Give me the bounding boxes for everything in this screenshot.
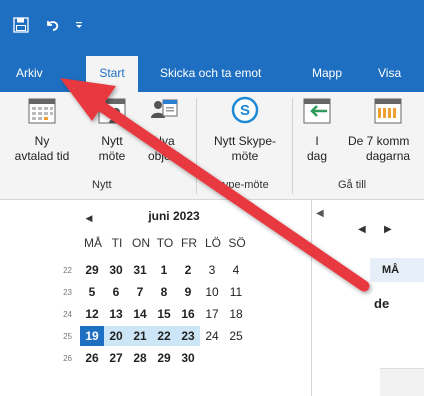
calendar-day[interactable]: 24 bbox=[200, 326, 224, 346]
today-button[interactable]: I dag bbox=[300, 96, 334, 164]
date-navigator-header: ◀ juni 2023 ▶ bbox=[74, 208, 282, 228]
skype-meeting-label-2: möte bbox=[231, 149, 259, 163]
weekday-header: LÖ bbox=[204, 236, 221, 250]
group-label-new: Nytt bbox=[92, 179, 112, 191]
calendar-body: ◀ juni 2023 ▶ MÅ TI ON TO FR LÖ SÖ 22 29 30 31 1 2 3 4… bbox=[0, 200, 424, 396]
week-number: 26 bbox=[63, 354, 72, 363]
week-number: 25 bbox=[63, 332, 72, 341]
new-appointment-button[interactable]: Ny avtalad tid bbox=[6, 96, 78, 164]
calendar-day[interactable]: 30 bbox=[176, 348, 200, 368]
day-view-pane bbox=[313, 200, 424, 396]
previous-month-icon[interactable]: ◀ bbox=[82, 210, 96, 226]
calendar-day[interactable]: 27 bbox=[104, 348, 128, 368]
ribbon: Ny avtalad tid Nytt möte Nya objekt Nytt… bbox=[0, 92, 424, 200]
svg-text:S: S bbox=[240, 102, 250, 119]
next-7-days-label-2: dagarna bbox=[366, 149, 411, 163]
tab-mapp[interactable]: Mapp bbox=[306, 56, 348, 92]
calendar-day[interactable]: 11 bbox=[224, 282, 248, 302]
calendar-day[interactable]: 6 bbox=[104, 282, 128, 302]
week-number: 24 bbox=[63, 310, 72, 319]
calendar-day[interactable]: 13 bbox=[104, 304, 128, 324]
calendar-day[interactable]: 17 bbox=[200, 304, 224, 324]
calendar-day[interactable]: 19 bbox=[80, 326, 104, 346]
calendar-day[interactable]: 1 bbox=[152, 260, 176, 280]
calendar-day[interactable]: 29 bbox=[152, 348, 176, 368]
title-bar bbox=[0, 0, 424, 56]
calendar-day[interactable]: 20 bbox=[104, 326, 128, 346]
calendar-day[interactable]: 4 bbox=[224, 260, 248, 280]
skype-icon: S bbox=[204, 96, 286, 128]
undo-icon[interactable] bbox=[42, 14, 62, 36]
weekday-header: ON bbox=[132, 236, 150, 250]
day-view-strip bbox=[380, 368, 424, 396]
new-items-icon bbox=[142, 96, 186, 128]
group-label-goto: Gå till bbox=[338, 179, 367, 191]
next-7-days-label-1: De 7 komm bbox=[348, 134, 410, 148]
calendar-day[interactable]: 14 bbox=[128, 304, 152, 324]
weekday-header: MÅ bbox=[84, 236, 102, 250]
calendar-day[interactable]: 12 bbox=[80, 304, 104, 324]
weekday-header: TI bbox=[111, 236, 123, 250]
tab-arkiv[interactable]: Arkiv bbox=[10, 56, 49, 92]
calendar-day[interactable]: 23 bbox=[176, 326, 200, 346]
weekday-header: TO bbox=[156, 236, 174, 250]
tab-start[interactable]: Start bbox=[86, 56, 138, 92]
new-meeting-label-2: möte bbox=[98, 149, 126, 163]
new-items-label-1: Nya bbox=[153, 134, 175, 148]
calendar-day[interactable]: 31 bbox=[128, 260, 152, 280]
next-month-icon[interactable]: ▶ bbox=[264, 210, 278, 226]
day-view-text: de bbox=[374, 296, 390, 311]
calendar-day[interactable]: 18 bbox=[224, 304, 248, 324]
calendar-day[interactable]: 3 bbox=[200, 260, 224, 280]
new-skype-meeting-button[interactable]: S Nytt Skype- möte bbox=[204, 96, 286, 164]
calendar-day[interactable]: 29 bbox=[80, 260, 104, 280]
calendar-day[interactable]: 9 bbox=[176, 282, 200, 302]
week-icon bbox=[374, 96, 424, 128]
calendar-day[interactable]: 8 bbox=[152, 282, 176, 302]
next-day-icon[interactable]: ▶ bbox=[384, 224, 392, 235]
calendar-day[interactable]: 26 bbox=[80, 348, 104, 368]
calendar-icon bbox=[6, 96, 78, 128]
calendar-day[interactable]: 7 bbox=[128, 282, 152, 302]
go-to-today-icon bbox=[300, 96, 334, 128]
calendar-day[interactable]: 25 bbox=[224, 326, 248, 346]
day-column-header[interactable]: MÅ bbox=[370, 258, 424, 282]
tab-skicka-och-ta-emot[interactable]: Skicka och ta emot bbox=[154, 56, 267, 92]
month-title: juni 2023 bbox=[148, 209, 200, 223]
calendar-day[interactable]: 2 bbox=[176, 260, 200, 280]
week-number: 23 bbox=[63, 288, 72, 297]
new-items-label-2: objekt bbox=[147, 149, 181, 163]
group-label-skype: Skype-möte bbox=[210, 179, 269, 191]
weekday-header: FR bbox=[181, 236, 197, 250]
ribbon-separator bbox=[196, 98, 197, 194]
next-7-days-button[interactable]: De 7 komm dagarna bbox=[348, 96, 424, 164]
new-meeting-button[interactable]: Nytt möte bbox=[92, 96, 132, 164]
today-label-1: I bbox=[315, 134, 319, 148]
new-items-button[interactable]: Nya objekt bbox=[142, 96, 186, 164]
today-label-2: dag bbox=[306, 149, 328, 163]
calendar-day[interactable]: 22 bbox=[152, 326, 176, 346]
ribbon-separator bbox=[292, 98, 293, 194]
tab-visa[interactable]: Visa bbox=[372, 56, 407, 92]
previous-day-icon[interactable]: ◀ bbox=[358, 224, 366, 235]
meeting-icon bbox=[92, 96, 132, 128]
save-icon[interactable] bbox=[10, 14, 32, 36]
customize-quick-access-icon[interactable] bbox=[72, 14, 86, 36]
new-meeting-label-1: Nytt bbox=[101, 134, 123, 148]
calendar-day[interactable]: 15 bbox=[152, 304, 176, 324]
calendar-day[interactable]: 28 bbox=[128, 348, 152, 368]
week-number: 22 bbox=[63, 266, 72, 275]
calendar-day[interactable]: 30 bbox=[104, 260, 128, 280]
collapse-pane-icon[interactable]: ◀ bbox=[316, 208, 324, 219]
weekday-header: SÖ bbox=[228, 236, 246, 250]
new-appointment-label-2: avtalad tid bbox=[14, 149, 70, 163]
calendar-day[interactable]: 5 bbox=[80, 282, 104, 302]
ribbon-tabs: Arkiv Start Skicka och ta emot Mapp Visa bbox=[0, 56, 424, 92]
calendar-day[interactable]: 10 bbox=[200, 282, 224, 302]
calendar-day[interactable]: 21 bbox=[128, 326, 152, 346]
new-appointment-label-1: Ny bbox=[34, 134, 50, 148]
skype-meeting-label-1: Nytt Skype- bbox=[213, 134, 276, 148]
calendar-day[interactable]: 16 bbox=[176, 304, 200, 324]
